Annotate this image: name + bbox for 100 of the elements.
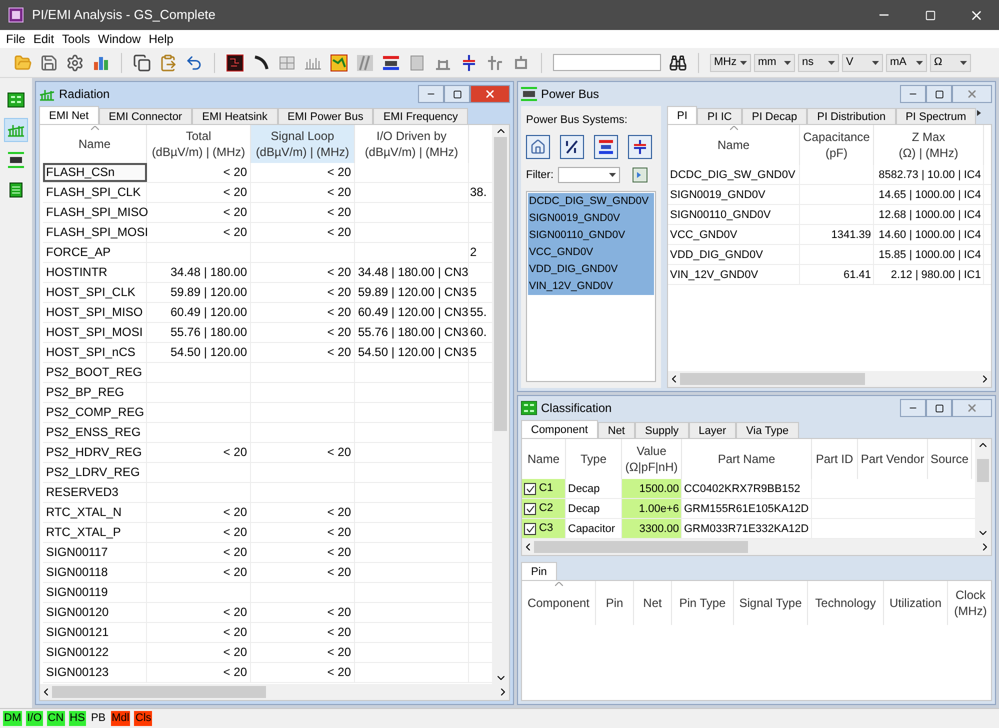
table-cell[interactable]: HOST_SPI_MISO	[43, 303, 147, 322]
table-cell[interactable]: SIGN00119	[43, 583, 147, 602]
tab[interactable]: PI Distribution	[807, 108, 896, 124]
list-item[interactable]: SIGN0019_GND0V	[528, 210, 654, 227]
checkbox[interactable]	[524, 502, 536, 514]
table-cell[interactable]: SIGN00123	[43, 663, 147, 682]
column-header[interactable]: Net	[634, 581, 672, 625]
tab[interactable]: Net	[598, 422, 635, 438]
unit-dropdown[interactable]: V	[842, 54, 883, 72]
table-cell[interactable]: HOSTINTR	[43, 263, 147, 282]
table-cell[interactable]: PS2_COMP_REG	[43, 403, 147, 422]
menu-item[interactable]: Window	[94, 30, 145, 48]
unit-dropdown[interactable]: mm	[754, 54, 795, 72]
table-cell[interactable]: PS2_HDRV_REG	[43, 443, 147, 462]
table-cell[interactable]: RESERVED3	[43, 483, 147, 502]
column-header[interactable]: Pin	[596, 581, 634, 625]
tab[interactable]: EMI Frequency	[373, 108, 468, 124]
table-cell[interactable]: RTC_XTAL_N	[43, 503, 147, 522]
table-cell[interactable]: SIGN00120	[43, 603, 147, 622]
heatmap-icon[interactable]	[330, 54, 348, 72]
tab[interactable]: Layer	[688, 422, 736, 438]
paste-icon[interactable]	[159, 54, 177, 72]
table-cell[interactable]: HOST_SPI_CLK	[43, 283, 147, 302]
menu-item[interactable]: Help	[144, 30, 178, 48]
column-header[interactable]: Pin Type	[672, 581, 734, 625]
settings-icon[interactable]	[66, 54, 84, 72]
probe-icon[interactable]	[252, 54, 270, 72]
column-header[interactable]: Clock (MHz)	[948, 581, 991, 625]
power-ground-icon[interactable]	[382, 54, 400, 72]
circuit-board-icon[interactable]	[226, 54, 244, 72]
tab-scroll-icon[interactable]	[976, 110, 982, 116]
tab[interactable]: Component	[521, 420, 598, 438]
table-cell[interactable]: PS2_BP_REG	[43, 383, 147, 402]
list-item[interactable]: VCC_GND0V	[528, 244, 654, 261]
home-button[interactable]	[526, 134, 550, 158]
scrollbar-thumb[interactable]	[977, 459, 989, 482]
menu-item[interactable]: File	[2, 30, 30, 48]
column-header[interactable]: Type	[566, 439, 622, 479]
table-cell[interactable]: SIGN00121	[43, 623, 147, 642]
power-plane-button[interactable]	[594, 134, 618, 158]
scrollbar-thumb[interactable]	[52, 686, 266, 698]
table-cell[interactable]: RTC_XTAL_P	[43, 523, 147, 542]
table-cell[interactable]: PS2_BOOT_REG	[43, 363, 147, 382]
horizontal-scrollbar[interactable]	[668, 371, 991, 387]
vertical-scrollbar[interactable]	[975, 439, 991, 539]
undo-icon[interactable]	[185, 54, 203, 72]
table-cell[interactable]: SIGN00118	[43, 563, 147, 582]
menu-item[interactable]: Tools	[58, 30, 94, 48]
list-item[interactable]: VIN_12V_GND0V	[528, 278, 654, 295]
capacitor-button[interactable]	[628, 134, 652, 158]
column-header[interactable]: Part Vendor	[858, 439, 928, 479]
column-header[interactable]: Signal Loop (dBµV/m) | (MHz)	[251, 125, 355, 163]
save-icon[interactable]	[40, 54, 58, 72]
tab[interactable]: PI	[667, 106, 698, 124]
tab[interactable]: PI Spectrum	[896, 108, 976, 124]
maximize-button[interactable]	[926, 85, 952, 103]
vertical-scrollbar[interactable]	[492, 125, 509, 684]
table-cell[interactable]: C1	[522, 479, 566, 498]
table-cell[interactable]: PS2_ENSS_REG	[43, 423, 147, 442]
column-header[interactable]: Signal Type	[734, 581, 808, 625]
table-cell[interactable]: HOST_SPI_MOSI	[43, 323, 147, 342]
column-header[interactable]: Utilization	[884, 581, 948, 625]
tab[interactable]: PI Decap	[742, 108, 808, 124]
unit-dropdown[interactable]: MHz	[710, 54, 751, 72]
horizontal-scrollbar[interactable]	[522, 539, 991, 555]
column-header[interactable]: Technology	[808, 581, 884, 625]
column-header[interactable]: Source	[928, 439, 972, 479]
tab[interactable]: EMI Connector	[98, 108, 192, 124]
unit-dropdown[interactable]: ns	[798, 54, 839, 72]
column-header[interactable]: Component	[522, 581, 596, 625]
table-cell[interactable]: FLASH_SPI_CLK	[43, 183, 147, 202]
scrollbar-thumb[interactable]	[494, 137, 507, 432]
column-header[interactable]: Name	[668, 125, 800, 165]
column-header[interactable]: I/O Driven by (dBµV/m) | (MHz)	[355, 125, 469, 163]
tab[interactable]: PI IC	[697, 108, 742, 124]
checkbox[interactable]	[524, 482, 536, 494]
table-cell[interactable]: SIGN00122	[43, 643, 147, 662]
close-button[interactable]	[470, 85, 510, 103]
table-cell[interactable]: FORCE_AP	[43, 243, 147, 262]
menu-item[interactable]: Edit	[29, 30, 58, 48]
table-cell[interactable]: SIGN00117	[43, 543, 147, 562]
search-field[interactable]	[553, 54, 661, 71]
unit-dropdown[interactable]: Ω	[930, 54, 971, 72]
table-cell[interactable]: HOST_SPI_nCS	[43, 343, 147, 362]
tab[interactable]: EMI Heatsink	[192, 108, 278, 124]
horizontal-scrollbar[interactable]	[40, 684, 509, 700]
tab[interactable]: Pin	[521, 562, 557, 580]
apply-filter-icon[interactable]	[632, 166, 648, 183]
maximize-button[interactable]	[926, 399, 952, 417]
list-item[interactable]: VDD_DIG_GND0V	[528, 261, 654, 278]
table-cell[interactable]: C3	[522, 519, 566, 538]
scrollbar-thumb[interactable]	[534, 541, 748, 553]
unit-dropdown[interactable]: mA	[886, 54, 927, 72]
tab[interactable]: Via Type	[736, 422, 799, 438]
maximize-button[interactable]	[444, 85, 470, 103]
tab[interactable]: EMI Net	[39, 106, 99, 124]
column-header[interactable]: Z Max (Ω) | (MHz)	[874, 125, 984, 165]
capacitor-icon[interactable]	[460, 54, 478, 72]
tab[interactable]: EMI Power Bus	[278, 108, 374, 124]
list-item[interactable]: DCDC_DIG_SW_GND0V	[528, 193, 654, 210]
